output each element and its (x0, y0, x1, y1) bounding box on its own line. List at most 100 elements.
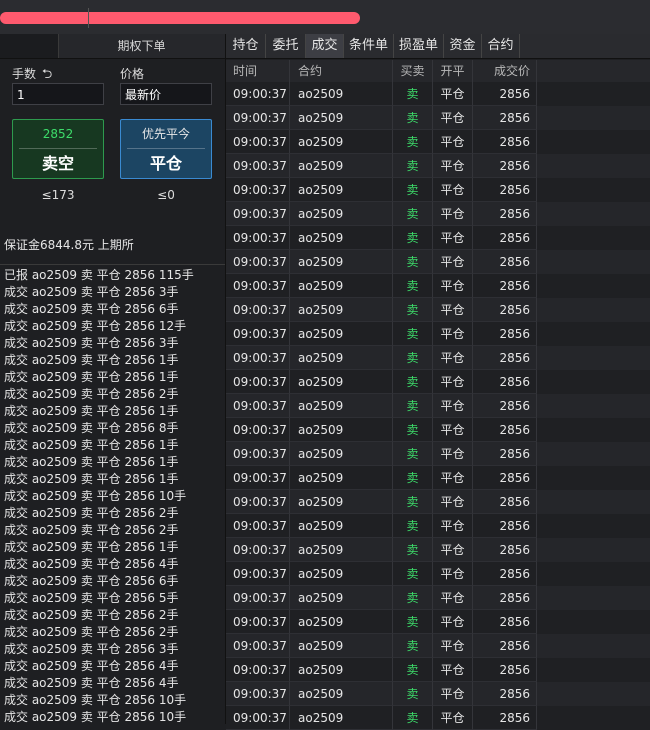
contract-cell: ao2509 (290, 490, 393, 514)
tab-positions[interactable]: 持仓 (226, 34, 266, 58)
openclose-cell: 平仓 (433, 706, 473, 730)
time-cell: 09:00:37 (226, 586, 290, 610)
table-row[interactable]: 09:00:37 ao2509 卖平仓 2856 (226, 418, 650, 442)
price-cell: 2856 (473, 226, 537, 250)
col-openclose-header[interactable]: 开平 (433, 60, 473, 82)
price-cell: 2856 (473, 514, 537, 538)
undo-icon[interactable]: ⮌ (42, 67, 52, 82)
log-line: 成交 ao2509 卖 平仓 2856 8手 (4, 421, 179, 435)
side-cell: 卖 (393, 130, 433, 154)
table-row[interactable]: 09:00:37 ao2509 卖平仓 2856 (226, 682, 650, 706)
price-cell: 2856 (473, 610, 537, 634)
table-row[interactable]: 09:00:37 ao2509 卖平仓 2856 (226, 178, 650, 202)
panel-side-tab[interactable] (0, 34, 59, 58)
log-line: 成交 ao2509 卖 平仓 2856 1手 (4, 370, 179, 384)
price-cell: 2856 (473, 466, 537, 490)
table-row[interactable]: 09:00:37 ao2509 卖平仓 2856 (226, 106, 650, 130)
price-cell: 2856 (473, 394, 537, 418)
contract-cell: ao2509 (290, 178, 393, 202)
table-row[interactable]: 09:00:37 ao2509 卖平仓 2856 (226, 274, 650, 298)
contract-cell: ao2509 (290, 82, 393, 106)
log-line: 成交 ao2509 卖 平仓 2856 1手 (4, 540, 179, 554)
table-row[interactable]: 09:00:37 ao2509 卖平仓 2856 (226, 82, 650, 106)
table-row[interactable]: 09:00:37 ao2509 卖平仓 2856 (226, 538, 650, 562)
table-row[interactable]: 09:00:37 ao2509 卖平仓 2856 (226, 466, 650, 490)
title-bar (0, 0, 650, 34)
openclose-cell: 平仓 (433, 178, 473, 202)
col-contract-header[interactable]: 合约 (290, 60, 393, 82)
log-line: 已报 ao2509 卖 平仓 2856 115手 (4, 268, 194, 282)
openclose-cell: 平仓 (433, 106, 473, 130)
table-row[interactable]: 09:00:37 ao2509 卖平仓 2856 (226, 322, 650, 346)
table-row[interactable]: 09:00:37 ao2509 卖平仓 2856 (226, 370, 650, 394)
log-line: 成交 ao2509 卖 平仓 2856 2手 (4, 506, 179, 520)
table-row[interactable]: 09:00:37 ao2509 卖平仓 2856 (226, 442, 650, 466)
contract-cell: ao2509 (290, 610, 393, 634)
time-cell: 09:00:37 (226, 202, 290, 226)
contract-cell: ao2509 (290, 706, 393, 730)
table-row[interactable]: 09:00:37 ao2509 卖平仓 2856 (226, 130, 650, 154)
price-cell: 2856 (473, 370, 537, 394)
table-row[interactable]: 09:00:37 ao2509 卖平仓 2856 (226, 226, 650, 250)
col-price-header[interactable]: 成交价 (473, 60, 537, 82)
table-row[interactable]: 09:00:37 ao2509 卖平仓 2856 (226, 202, 650, 226)
time-cell: 09:00:37 (226, 466, 290, 490)
price-cell: 2856 (473, 418, 537, 442)
side-cell: 卖 (393, 538, 433, 562)
table-row[interactable]: 09:00:37 ao2509 卖平仓 2856 (226, 634, 650, 658)
table-row[interactable]: 09:00:37 ao2509 卖平仓 2856 (226, 562, 650, 586)
table-row[interactable]: 09:00:37 ao2509 卖平仓 2856 (226, 250, 650, 274)
trade-panel: 持仓 委托 成交 条件单 损盈单 资金 合约 时间 合约 买卖 开平 成交价 09:00:37 ao2… (226, 34, 650, 730)
price-cell: 2856 (473, 586, 537, 610)
openclose-cell: 平仓 (433, 586, 473, 610)
col-side-header[interactable]: 买卖 (393, 60, 433, 82)
price-cell: 2856 (473, 154, 537, 178)
table-row[interactable]: 09:00:37 ao2509 卖平仓 2856 (226, 610, 650, 634)
contract-cell: ao2509 (290, 418, 393, 442)
time-cell: 09:00:37 (226, 490, 290, 514)
side-cell: 卖 (393, 82, 433, 106)
contract-cell: ao2509 (290, 634, 393, 658)
sell-short-button[interactable]: 2852 卖空 (12, 119, 104, 179)
table-row[interactable]: 09:00:37 ao2509 卖平仓 2856 (226, 394, 650, 418)
table-row[interactable]: 09:00:37 ao2509 卖平仓 2856 (226, 586, 650, 610)
table-row[interactable]: 09:00:37 ao2509 卖平仓 2856 (226, 346, 650, 370)
table-row[interactable]: 09:00:37 ao2509 卖平仓 2856 (226, 490, 650, 514)
tab-contracts[interactable]: 合约 (482, 34, 520, 58)
openclose-cell: 平仓 (433, 298, 473, 322)
time-cell: 09:00:37 (226, 370, 290, 394)
tab-stop-orders[interactable]: 损盈单 (394, 34, 444, 58)
tab-conditional-orders[interactable]: 条件单 (344, 34, 394, 58)
qty-input[interactable]: 1 (12, 83, 104, 105)
table-row[interactable]: 09:00:37 ao2509 卖平仓 2856 (226, 706, 650, 730)
log-line: 成交 ao2509 卖 平仓 2856 3手 (4, 336, 179, 350)
log-line: 成交 ao2509 卖 平仓 2856 10手 (4, 693, 187, 707)
price-cell: 2856 (473, 106, 537, 130)
table-row[interactable]: 09:00:37 ao2509 卖平仓 2856 (226, 514, 650, 538)
contract-cell: ao2509 (290, 466, 393, 490)
time-cell: 09:00:37 (226, 658, 290, 682)
close-position-button[interactable]: 优先平今 平仓 (120, 119, 212, 179)
contract-cell: ao2509 (290, 442, 393, 466)
order-panel: 期权下单 手数 ⮌ 价格 1 最新价 2852 卖空 优先平今 平仓 ≤173 … (0, 34, 226, 724)
contract-cell: ao2509 (290, 562, 393, 586)
tab-funds[interactable]: 资金 (444, 34, 482, 58)
close-priority-label: 优先平今 (127, 120, 205, 149)
tab-trades[interactable]: 成交 (306, 34, 344, 58)
contract-cell: ao2509 (290, 658, 393, 682)
order-panel-header: 期权下单 (0, 34, 225, 59)
contract-cell: ao2509 (290, 250, 393, 274)
side-cell: 卖 (393, 226, 433, 250)
contract-cell: ao2509 (290, 202, 393, 226)
price-input[interactable]: 最新价 (120, 83, 212, 105)
price-cell: 2856 (473, 562, 537, 586)
table-row[interactable]: 09:00:37 ao2509 卖平仓 2856 (226, 298, 650, 322)
log-line: 成交 ao2509 卖 平仓 2856 1手 (4, 455, 179, 469)
col-time-header[interactable]: 时间 (226, 60, 290, 82)
openclose-cell: 平仓 (433, 274, 473, 298)
table-row[interactable]: 09:00:37 ao2509 卖平仓 2856 (226, 154, 650, 178)
time-cell: 09:00:37 (226, 442, 290, 466)
table-row[interactable]: 09:00:37 ao2509 卖平仓 2856 (226, 658, 650, 682)
contract-cell: ao2509 (290, 514, 393, 538)
tab-orders[interactable]: 委托 (266, 34, 306, 58)
